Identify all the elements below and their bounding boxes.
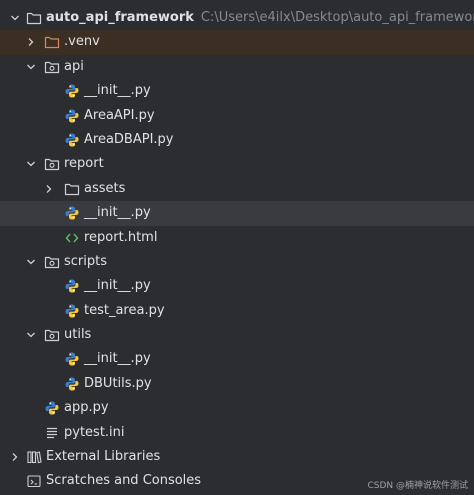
project-path: C:\Users\e4ilx\Desktop\auto_api_framewor…: [200, 10, 474, 25]
tree-label: .venv: [64, 34, 100, 50]
tree-label: test_area.py: [84, 302, 165, 318]
tree-label: AreaAPI.py: [84, 107, 155, 123]
chevron-down-icon[interactable]: [24, 323, 38, 347]
tree-label: report: [64, 156, 104, 172]
chevron-down-icon[interactable]: [24, 250, 38, 274]
tree-row-scripts[interactable]: scripts: [0, 250, 474, 274]
python-file-icon: [64, 376, 80, 392]
tree-label: __init__.py: [84, 351, 151, 367]
python-file-icon: [44, 400, 60, 416]
tree-row-api[interactable]: api: [0, 55, 474, 79]
python-file-icon: [64, 278, 80, 294]
watermark: CSDN @楠神说软件测试: [367, 481, 468, 491]
chevron-right-icon[interactable]: [8, 445, 22, 469]
tree-row-report[interactable]: report: [0, 152, 474, 176]
tree-row-assets[interactable]: assets: [0, 177, 474, 201]
chevron-right-icon[interactable]: [24, 30, 38, 54]
tree-row-file[interactable]: report.html: [0, 226, 474, 250]
html-file-icon: [64, 230, 80, 246]
tree-row-file[interactable]: AreaAPI.py: [0, 104, 474, 128]
folder-icon: [26, 10, 42, 26]
library-icon: [26, 449, 42, 465]
folder-icon: [44, 34, 60, 50]
python-file-icon: [64, 132, 80, 148]
tree-label: scripts: [64, 253, 107, 269]
tree-row-file[interactable]: __init__.py: [0, 274, 474, 298]
chevron-down-icon[interactable]: [24, 152, 38, 176]
chevron-right-icon[interactable]: [42, 177, 56, 201]
tree-label: __init__.py: [84, 205, 151, 221]
tree-label: AreaDBAPI.py: [84, 131, 174, 147]
python-file-icon: [64, 83, 80, 99]
python-file-icon: [64, 351, 80, 367]
tree-label: External Libraries: [46, 449, 161, 465]
tree-row-file[interactable]: test_area.py: [0, 299, 474, 323]
tree-label: DBUtils.py: [84, 375, 152, 391]
chevron-down-icon[interactable]: [24, 55, 38, 79]
python-file-icon: [64, 205, 80, 221]
tree-label: report.html: [84, 229, 158, 245]
python-file-icon: [64, 108, 80, 124]
tree-row-root[interactable]: auto_api_framework C:\Users\e4ilx\Desktop…: [0, 6, 474, 30]
tree-label: utils: [64, 327, 92, 343]
chevron-down-icon[interactable]: [8, 6, 22, 30]
tree-label: __init__.py: [84, 83, 151, 99]
tree-label: Scratches and Consoles: [46, 473, 202, 489]
tree-row-venv[interactable]: .venv: [0, 30, 474, 55]
tree-label: app.py: [64, 400, 109, 416]
tree-label: __init__.py: [84, 278, 151, 294]
tree-row-file[interactable]: __init__.py: [0, 79, 474, 103]
tree-row-external-libraries[interactable]: External Libraries: [0, 445, 474, 469]
tree-label: pytest.ini: [64, 424, 125, 440]
project-name: auto_api_framework: [46, 10, 194, 25]
tree-row-utils[interactable]: utils: [0, 323, 474, 347]
tree-row-file[interactable]: DBUtils.py: [0, 372, 474, 396]
package-folder-icon: [44, 156, 60, 172]
folder-icon: [64, 181, 80, 197]
project-tree: auto_api_framework C:\Users\e4ilx\Desktop…: [0, 6, 474, 494]
tree-label: api: [64, 58, 84, 74]
python-file-icon: [64, 303, 80, 319]
scratches-icon: [26, 473, 42, 489]
tree-row-file[interactable]: app.py: [0, 396, 474, 420]
package-folder-icon: [44, 327, 60, 343]
tree-label: assets: [84, 180, 126, 196]
tree-row-file[interactable]: AreaDBAPI.py: [0, 128, 474, 152]
tree-row-file[interactable]: __init__.py: [0, 347, 474, 371]
tree-row-file[interactable]: pytest.ini: [0, 421, 474, 445]
package-folder-icon: [44, 59, 60, 75]
tree-row-file-selected[interactable]: __init__.py: [0, 201, 474, 226]
text-file-icon: [44, 425, 60, 441]
package-folder-icon: [44, 254, 60, 270]
